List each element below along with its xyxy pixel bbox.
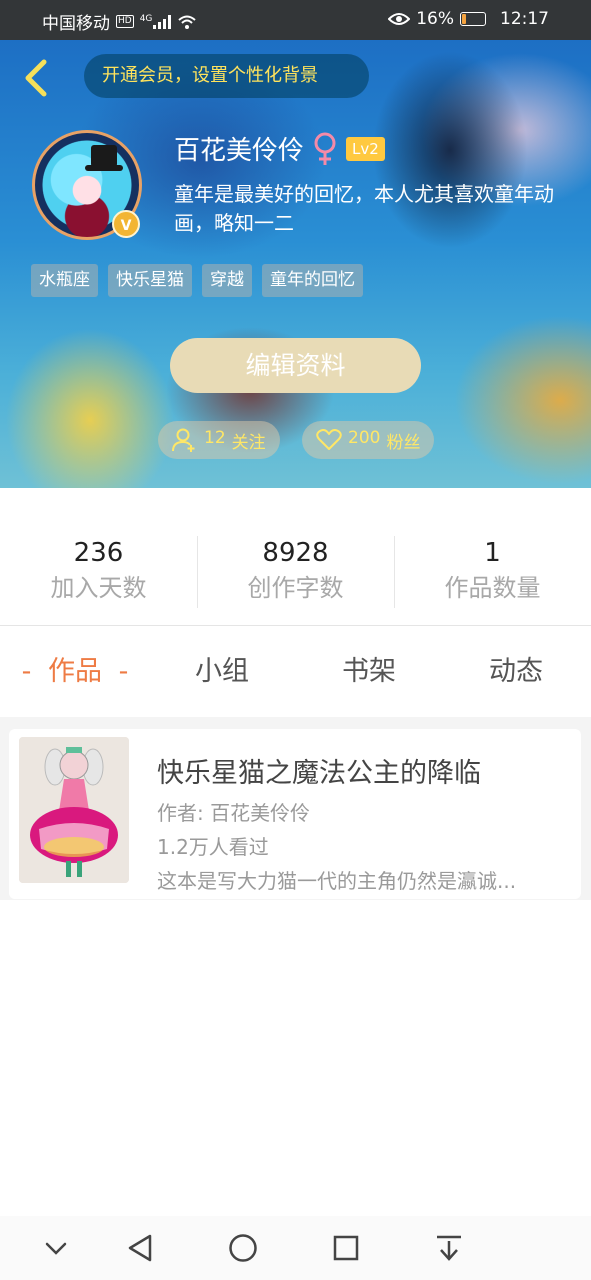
tab-bookshelf[interactable]: 书架: [294, 627, 444, 717]
wifi-icon: [178, 15, 197, 29]
stat-label: 作品数量: [444, 574, 541, 602]
tag-item[interactable]: 快乐星猫: [108, 264, 192, 297]
avatar-hat: [85, 145, 123, 171]
stat-label: 加入天数: [50, 574, 147, 602]
eye-icon: [388, 13, 411, 25]
user-nickname-row: 百花美伶伶 Lv2: [174, 130, 385, 167]
followers-count: 200: [348, 427, 381, 448]
clock: 12:17: [500, 9, 549, 29]
stat-word-count: 8928 创作字数: [197, 536, 394, 604]
network-type: 4G: [139, 13, 153, 24]
edit-profile-button[interactable]: 编辑资料: [170, 338, 421, 393]
user-bio: 童年是最美好的回忆，本人尤其喜欢童年动画，略知一二: [174, 182, 554, 235]
add-user-icon: [172, 428, 195, 452]
profile-screen: 中国移动 HD 4G 16% 12:17 开通会员，设置个性化背景 V 百花美伶…: [0, 0, 591, 1280]
signal-icon: 4G: [139, 13, 172, 29]
stat-join-days: 236 加入天数: [0, 536, 197, 604]
tab-active-decor-left: -: [21, 656, 32, 687]
recents-square-icon[interactable]: [326, 1228, 366, 1268]
back-button[interactable]: [16, 56, 56, 100]
tab-groups[interactable]: 小组: [147, 627, 297, 717]
tab-active-decor-right: -: [118, 656, 129, 687]
tab-works[interactable]: - 作品 -: [0, 627, 150, 717]
following-count: 12: [204, 427, 226, 448]
tab-activity[interactable]: 动态: [441, 627, 591, 717]
tag-list: 水瓶座 快乐星猫 穿越 童年的回忆: [31, 264, 363, 297]
work-card[interactable]: 快乐星猫之魔法公主的降临 作者: 百花美伶伶 1.2万人看过 这本是写大力猫一代…: [9, 729, 581, 899]
stat-value: 236: [73, 538, 124, 568]
work-description: 这本是写大力猫一代的主角仍然是瀛诚...: [157, 869, 517, 893]
tag-item[interactable]: 水瓶座: [31, 264, 98, 297]
work-views: 1.2万人看过: [157, 835, 269, 859]
work-cover-image: [19, 737, 129, 883]
followers-button[interactable]: 200 粉丝: [302, 421, 435, 459]
verified-badge: V: [112, 210, 140, 238]
stat-works-count: 1 作品数量: [394, 536, 591, 604]
download-icon[interactable]: [429, 1228, 469, 1268]
chevron-left-icon: [25, 59, 47, 97]
tab-label: 作品: [48, 656, 102, 687]
stat-value: 8928: [262, 538, 329, 568]
work-author: 作者: 百花美伶伶: [157, 801, 311, 825]
work-title: 快乐星猫之魔法公主的降临: [157, 758, 481, 789]
following-button[interactable]: 12 关注: [158, 421, 280, 459]
tag-item[interactable]: 穿越: [202, 264, 252, 297]
battery-icon: [460, 12, 486, 26]
battery-percent: 16%: [416, 9, 454, 29]
tag-item[interactable]: 童年的回忆: [262, 264, 363, 297]
heart-icon: [316, 429, 342, 450]
hd-icon: HD: [116, 15, 134, 28]
carrier-name: 中国移动: [42, 14, 110, 34]
profile-tabs: - 作品 - 小组 书架 动态: [0, 627, 591, 717]
vip-background-prompt[interactable]: 开通会员，设置个性化背景: [84, 54, 369, 98]
home-circle-icon[interactable]: [223, 1228, 263, 1268]
stats-panel: 236 加入天数 8928 创作字数 1 作品数量: [0, 488, 591, 626]
followers-label: 粉丝: [386, 432, 421, 453]
level-badge: Lv2: [346, 136, 385, 161]
following-label: 关注: [231, 432, 266, 453]
chevron-down-icon[interactable]: [36, 1228, 76, 1268]
profile-header: 开通会员，设置个性化背景 V 百花美伶伶 Lv2 童年是最美好的回忆，本人尤其喜…: [0, 40, 591, 488]
user-nickname: 百花美伶伶: [174, 136, 305, 166]
stat-label: 创作字数: [247, 574, 344, 602]
system-nav-bar: [0, 1216, 591, 1280]
female-gender-icon: [314, 132, 336, 165]
avatar-container[interactable]: V: [32, 130, 142, 240]
status-bar: 中国移动 HD 4G 16% 12:17: [0, 0, 591, 40]
back-triangle-icon[interactable]: [120, 1228, 160, 1268]
stat-value: 1: [484, 538, 501, 568]
